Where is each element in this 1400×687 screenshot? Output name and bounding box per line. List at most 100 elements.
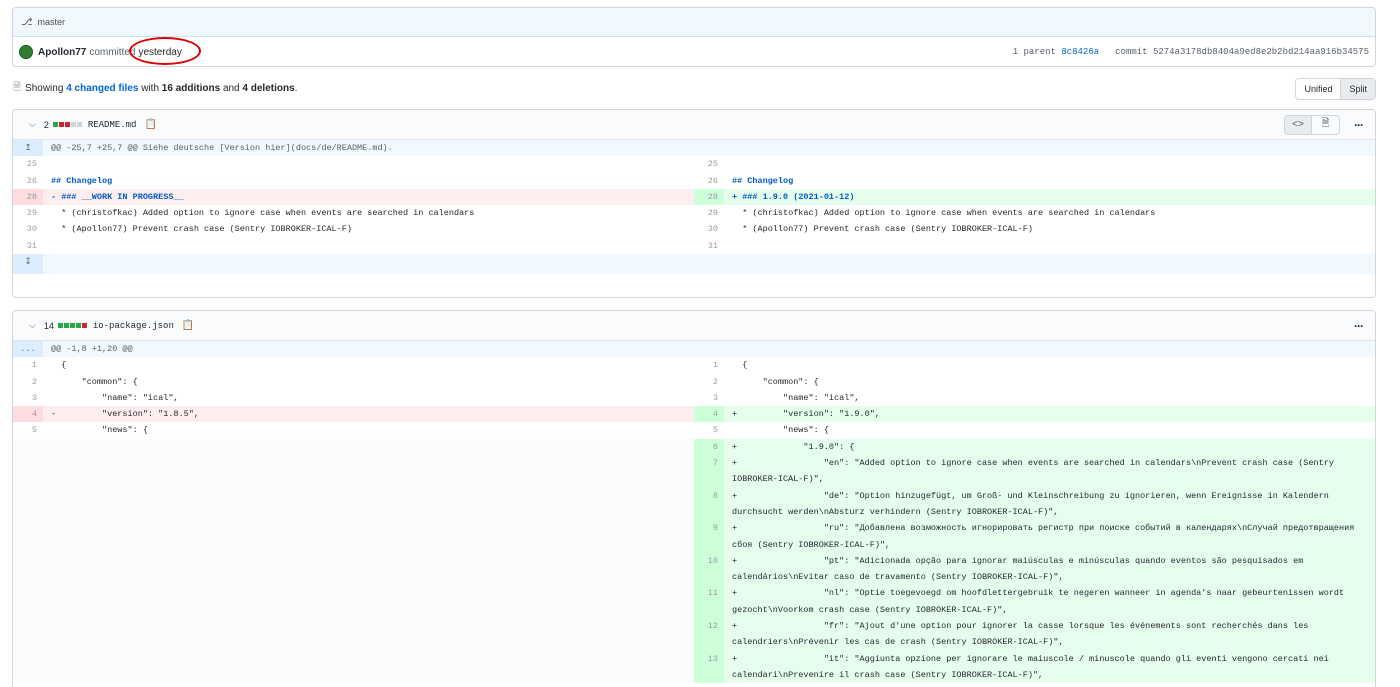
line-number[interactable]: 10 [694, 552, 724, 586]
hunk-header: ... @@ -1,8 +1,20 @@ [13, 341, 1375, 358]
added-line: + "en": "Added option to ignore case whe… [732, 458, 1340, 485]
diff-row: 5 "news": { 5 "news": { [13, 422, 1375, 438]
expand-down-icon[interactable]: ↧ [13, 254, 43, 275]
file-header: ⌵ 2 README.md 📋 <> 🗎 ··· [13, 110, 1375, 140]
deletions-count: 4 deletions [242, 83, 295, 94]
diff-row: 30 * (Apollon77) Prevent crash case (Sen… [13, 221, 1375, 237]
diff-row: 1 { 1 { [13, 357, 1375, 373]
unified-button[interactable]: Unified [1296, 79, 1340, 99]
line-number[interactable]: 6 [694, 438, 724, 456]
branch-row: ⎇ master [13, 8, 1375, 37]
parent-sha-link[interactable]: 8c8426a [1061, 47, 1099, 57]
git-branch-icon: ⎇ [21, 16, 33, 28]
author-row: Apollon77 committed yesterday 1 parent 8… [13, 36, 1375, 66]
expand-hunk-button[interactable]: ... [13, 341, 43, 358]
file-diff-io-package: ⌵ 1 4 io-package.json 📋 ··· ... @@ -1,8 +… [12, 310, 1376, 687]
line-number[interactable]: 3 [13, 390, 43, 406]
source-diff-icon[interactable]: <> [1284, 114, 1312, 135]
hunk-text: @@ -25,7 +25,7 @@ Siehe deutsche [Versio… [51, 143, 393, 153]
additions-count: 16 additions [161, 83, 221, 94]
line-number[interactable]: 31 [13, 238, 43, 254]
added-line: + "1.9.0": { [732, 441, 855, 452]
added-line: + "pt": "Adicionada opção para ignorar m… [732, 555, 1309, 583]
line-number[interactable]: 3 [694, 390, 724, 406]
line-number[interactable]: 1 [694, 357, 724, 373]
code-line: * (christofkac) Added option to ignore c… [51, 208, 475, 219]
line-number[interactable]: 1 [13, 357, 43, 373]
kebab-menu-icon[interactable]: ··· [1354, 319, 1364, 333]
split-button[interactable]: Split [1340, 79, 1375, 99]
line-number[interactable]: 7 [694, 455, 724, 488]
diff-row: 29 * (christofkac) Added option to ignor… [13, 205, 1375, 221]
diff-summary: 🗎 Showing 4 changed files with 16 additi… [13, 80, 297, 97]
added-line: + "version": "1.9.0", [732, 409, 880, 420]
line-number[interactable]: 5 [13, 422, 43, 438]
line-number[interactable]: 4 [13, 406, 43, 423]
diff-row-added: 9 + "ru": "Добавлена возможность игнориро… [13, 520, 1375, 553]
code-line: "news": { [732, 425, 829, 436]
line-number[interactable]: 2 [694, 374, 724, 390]
code-line: { [51, 360, 67, 371]
code-line: "news": { [51, 425, 148, 436]
hunk-footer: ↧ [13, 254, 1375, 275]
code-line: { [732, 360, 748, 371]
diff-row: 25 25 [13, 156, 1375, 172]
code-line: "common": { [51, 376, 138, 387]
expand-up-icon[interactable]: ↥ [13, 140, 43, 157]
line-number[interactable]: 26 [13, 173, 43, 189]
line-number[interactable]: 2 [13, 374, 43, 390]
changed-files-link[interactable]: 4 changed files [66, 83, 138, 94]
clipboard-icon[interactable]: 📋 [182, 320, 194, 331]
line-number[interactable]: 4 [694, 406, 724, 423]
summary-and: and [222, 83, 240, 94]
file-name[interactable]: io-package.json [93, 321, 174, 331]
line-number[interactable]: 12 [694, 618, 724, 651]
added-line: + ### 1.9.0 (2021-01-12) [732, 191, 855, 202]
diff-row-changed: 4 - "version": "1.8.5", 4 + "version": "1.… [13, 406, 1375, 423]
diff-row-changed: 28 - ### __WORK IN PROGRESS__ 28 + ### 1.9… [13, 188, 1375, 206]
deleted-line: - ### __WORK IN PROGRESS__ [51, 191, 184, 202]
summary-period: . [294, 83, 298, 94]
line-number[interactable]: 31 [694, 238, 724, 254]
hunk-text: @@ -1,8 +1,20 @@ [51, 344, 133, 354]
line-number[interactable]: 29 [13, 205, 43, 221]
line-number[interactable]: 9 [694, 520, 724, 553]
line-number[interactable]: 8 [694, 487, 724, 521]
diff-row-added: 12 + "fr": "Ajout d'une option pour ignor… [13, 618, 1375, 651]
line-number[interactable]: 30 [13, 221, 43, 237]
summary-with: with [141, 83, 160, 94]
diffstat [57, 323, 87, 328]
line-number[interactable]: 28 [13, 188, 43, 206]
clipboard-icon[interactable]: 📋 [144, 119, 156, 130]
diff-row-added: 10 + "pt": "Adicionada opção para ignorar… [13, 552, 1375, 586]
file-actions: <> 🗎 ··· [1284, 114, 1364, 135]
kebab-menu-icon[interactable]: ··· [1354, 118, 1364, 132]
parent-label: 1 parent [1012, 47, 1056, 57]
avatar[interactable] [19, 45, 33, 59]
code-line: * (Apollon77) Prevent crash case (Sentry… [51, 224, 352, 235]
code-line: "name": "ical", [51, 392, 179, 403]
highlight-circle [129, 36, 202, 65]
line-number[interactable]: 11 [694, 585, 724, 619]
chevron-down-icon[interactable]: ⌵ [29, 320, 36, 331]
diff-row-added: 8 + "de": "Option hinzugefügt, um Groß- u… [13, 487, 1375, 521]
chevron-down-icon[interactable]: ⌵ [29, 119, 36, 130]
line-number[interactable]: 29 [694, 205, 724, 221]
diff-row-added: 7 + "en": "Added option to ignore case wh… [13, 455, 1375, 488]
line-number[interactable]: 13 [694, 650, 724, 684]
line-number[interactable]: 30 [694, 221, 724, 237]
file-name[interactable]: README.md [88, 120, 137, 130]
code-line: "common": { [732, 376, 819, 387]
line-number[interactable]: 28 [694, 188, 724, 206]
line-number[interactable]: 5 [694, 422, 724, 438]
file-diff-readme: ⌵ 2 README.md 📋 <> 🗎 ··· ↥ @@ -25,7 +25,… [12, 109, 1376, 298]
branch-name[interactable]: master [38, 17, 66, 27]
author-name[interactable]: Apollon77 [38, 47, 86, 58]
rich-diff-icon[interactable]: 🗎 [1312, 114, 1340, 135]
line-number[interactable]: 25 [13, 156, 43, 172]
line-number[interactable]: 26 [694, 173, 724, 189]
line-number[interactable]: 25 [694, 156, 724, 172]
